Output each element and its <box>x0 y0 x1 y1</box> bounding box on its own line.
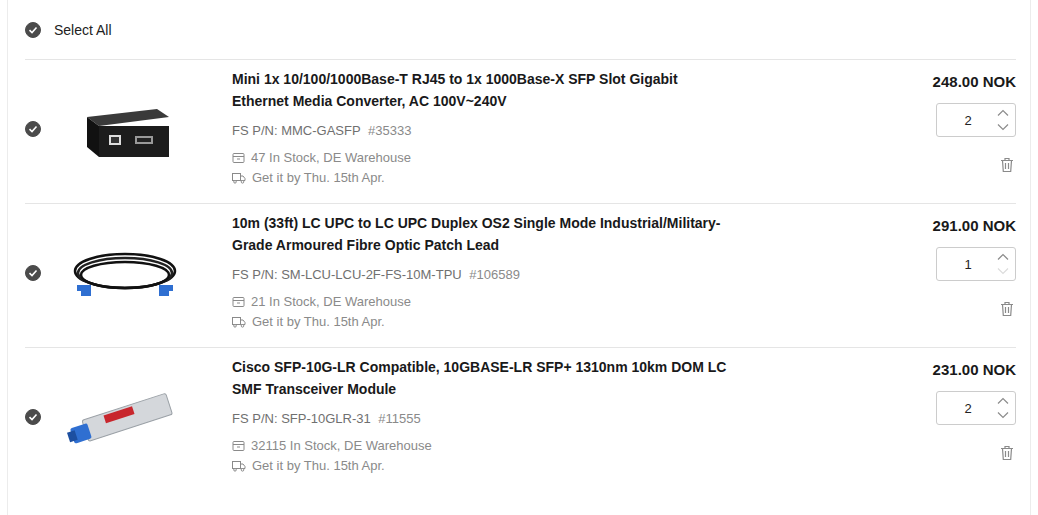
warehouse-icon <box>232 296 245 308</box>
increase-arrow-icon[interactable] <box>997 253 1009 261</box>
select-all-row[interactable]: Select All <box>25 0 1016 60</box>
checkmark-icon <box>28 412 38 422</box>
stock-info: 47 In Stock, DE Warehouse <box>232 148 886 168</box>
cart-panel: Select All Mini 1x 10/100/1000Base-T RJ4… <box>7 0 1031 515</box>
quantity-input[interactable]: 1 <box>936 247 1016 281</box>
checkmark-icon <box>28 268 38 278</box>
part-number: FS P/N: SM-LCU-LCU-2F-FS-10M-TPU #106589 <box>232 266 886 284</box>
cart-item: Mini 1x 10/100/1000Base-T RJ45 to 1x 100… <box>25 60 1016 204</box>
product-image[interactable] <box>65 367 185 467</box>
delivery-info: Get it by Thu. 15th Apr. <box>232 312 886 332</box>
truck-icon <box>232 316 246 328</box>
item-checkbox[interactable] <box>25 265 41 281</box>
item-checkbox[interactable] <box>25 121 41 137</box>
quantity-input[interactable]: 2 <box>936 103 1016 137</box>
trash-icon[interactable] <box>1000 157 1014 173</box>
select-all-label[interactable]: Select All <box>54 22 112 38</box>
part-number: FS P/N: SFP-10GLR-31 #11555 <box>232 410 886 428</box>
quantity-value[interactable]: 1 <box>937 257 991 272</box>
fibre-cable-icon <box>65 223 185 323</box>
increase-arrow-icon[interactable] <box>997 109 1009 117</box>
price: 291.00 NOK <box>933 216 1016 236</box>
product-title[interactable]: Mini 1x 10/100/1000Base-T RJ45 to 1x 100… <box>232 68 732 112</box>
part-number: FS P/N: MMC-GASFP #35333 <box>232 122 886 140</box>
item-checkbox[interactable] <box>25 409 41 425</box>
decrease-arrow-icon[interactable] <box>997 267 1009 275</box>
checkmark-icon <box>28 124 38 134</box>
increase-arrow-icon[interactable] <box>997 397 1009 405</box>
trash-icon[interactable] <box>1000 301 1014 317</box>
quantity-value[interactable]: 2 <box>937 113 991 128</box>
select-all-checkbox[interactable] <box>25 22 41 38</box>
product-image[interactable] <box>65 223 185 323</box>
warehouse-icon <box>232 440 245 452</box>
truck-icon <box>232 460 246 472</box>
warehouse-icon <box>232 152 245 164</box>
decrease-arrow-icon[interactable] <box>997 123 1009 131</box>
price: 248.00 NOK <box>933 72 1016 92</box>
media-converter-icon <box>65 79 185 179</box>
trash-icon[interactable] <box>1000 445 1014 461</box>
product-title[interactable]: 10m (33ft) LC UPC to LC UPC Duplex OS2 S… <box>232 212 732 256</box>
price: 231.00 NOK <box>933 360 1016 380</box>
product-id: #11555 <box>378 411 420 426</box>
transceiver-icon <box>65 367 185 467</box>
product-id: #106589 <box>469 267 520 282</box>
quantity-input[interactable]: 2 <box>936 391 1016 425</box>
product-image[interactable] <box>65 79 185 179</box>
stock-info: 21 In Stock, DE Warehouse <box>232 292 886 312</box>
cart-item: Cisco SFP-10G-LR Compatible, 10GBASE-LR … <box>25 348 1016 492</box>
delivery-info: Get it by Thu. 15th Apr. <box>232 168 886 188</box>
quantity-value[interactable]: 2 <box>937 401 991 416</box>
product-id: #35333 <box>368 123 411 138</box>
delivery-info: Get it by Thu. 15th Apr. <box>232 456 886 476</box>
stock-info: 32115 In Stock, DE Warehouse <box>232 436 886 456</box>
truck-icon <box>232 172 246 184</box>
checkmark-icon <box>28 25 38 35</box>
cart-item: 10m (33ft) LC UPC to LC UPC Duplex OS2 S… <box>25 204 1016 348</box>
product-title[interactable]: Cisco SFP-10G-LR Compatible, 10GBASE-LR … <box>232 356 732 400</box>
decrease-arrow-icon[interactable] <box>997 411 1009 419</box>
